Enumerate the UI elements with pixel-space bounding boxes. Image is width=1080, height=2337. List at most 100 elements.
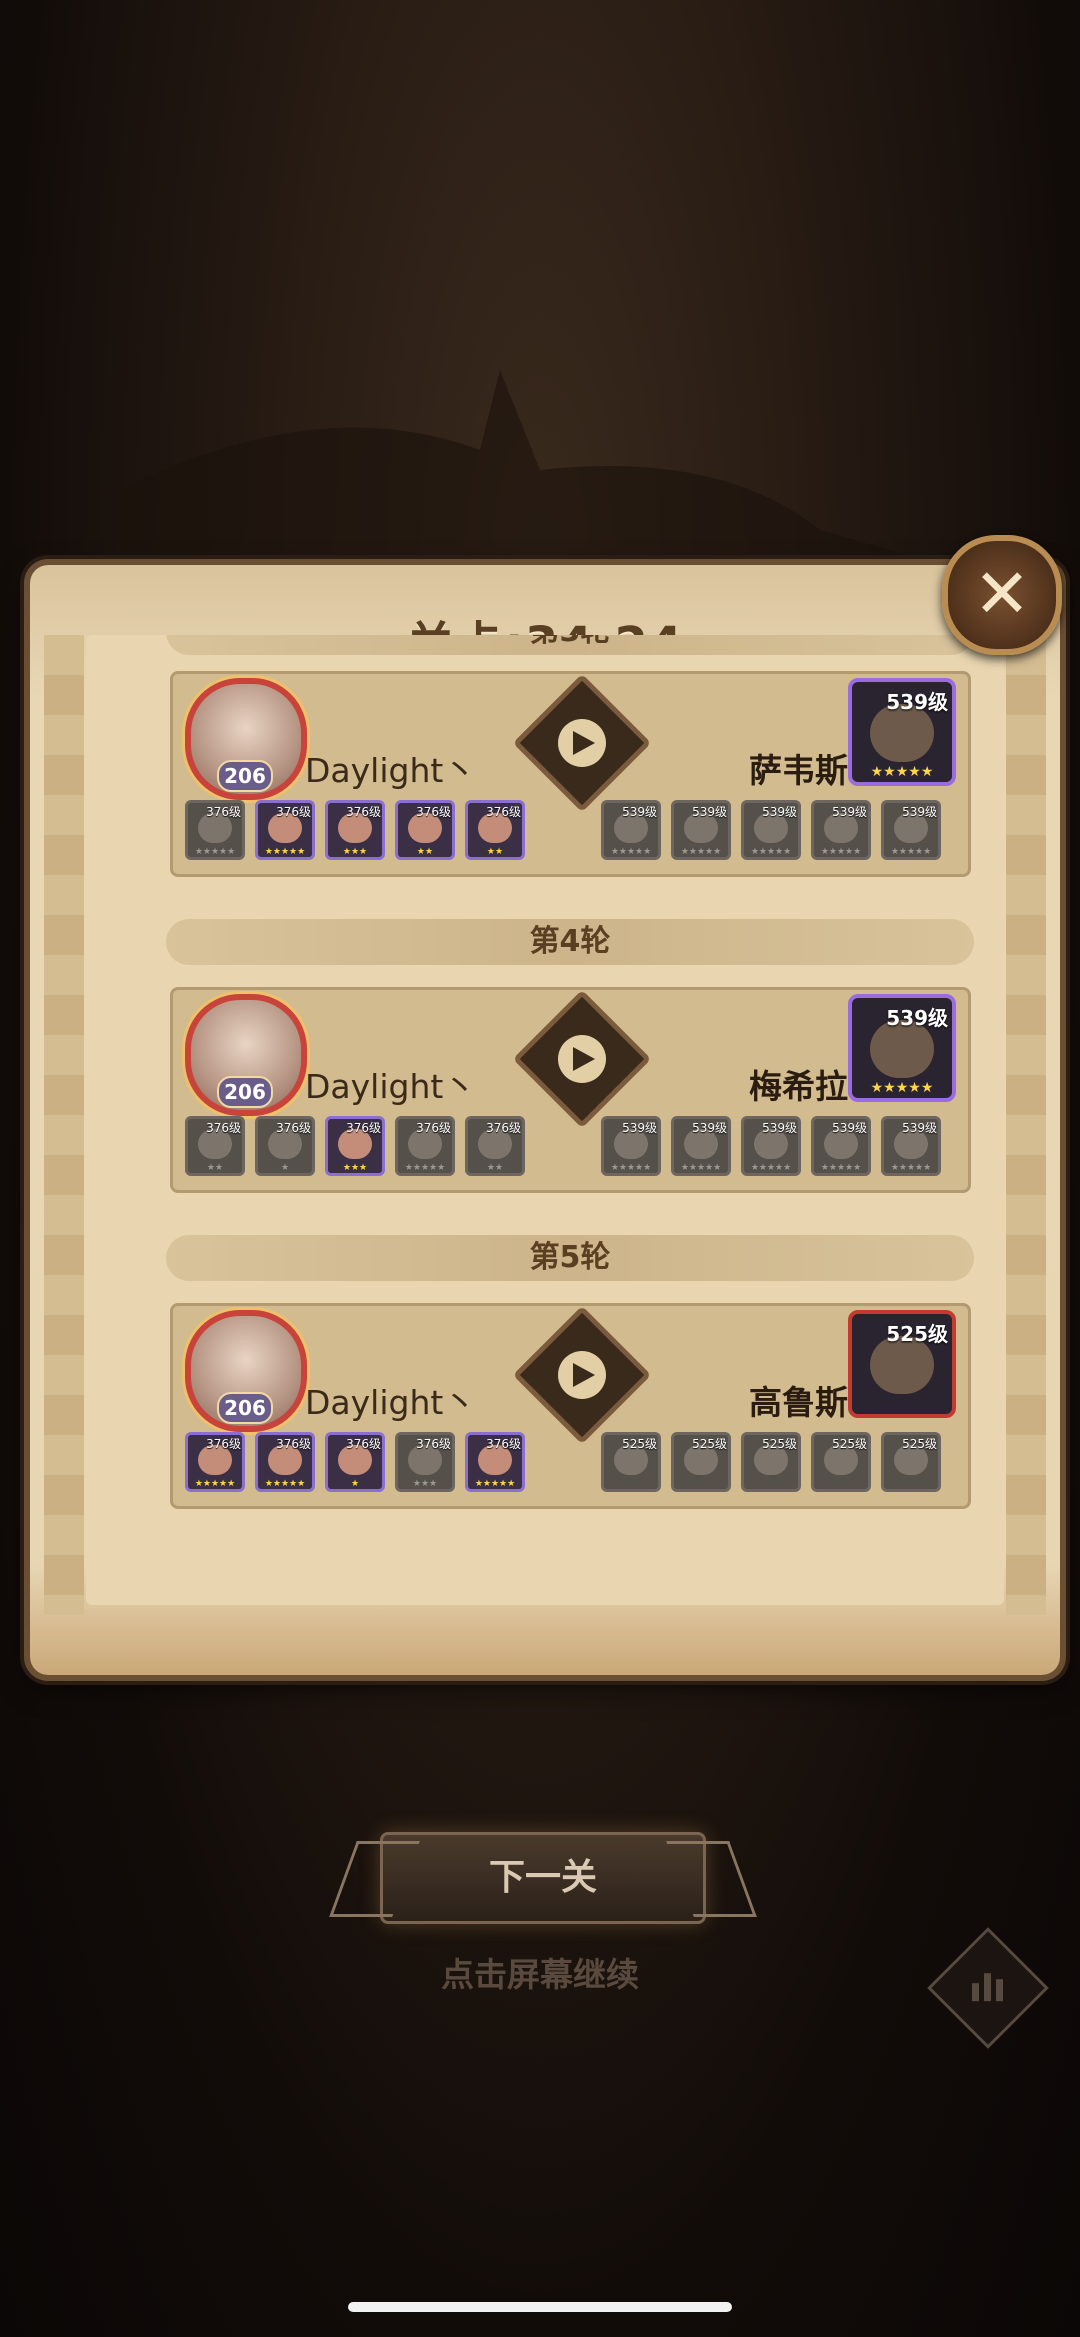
- enemy-hero-icon[interactable]: 525级: [601, 1432, 661, 1492]
- enemy-avatar[interactable]: 525级: [848, 1310, 956, 1418]
- hero-level: 525级: [902, 1437, 937, 1451]
- player-hero-icon[interactable]: 376级 ★★: [465, 800, 525, 860]
- replay-button[interactable]: [512, 673, 652, 813]
- rounds-list[interactable]: 第3轮 206 Daylight丶 萨韦斯 539级 ★★★★★ 376级★★★…: [86, 635, 1004, 1605]
- player-hero-icon[interactable]: 376级 ★★: [185, 1116, 245, 1176]
- hero-stars: ★★★★★: [820, 1163, 862, 1173]
- hero-stars: ★★★: [342, 1163, 368, 1173]
- player-hero-icon[interactable]: 376级 ★★★★★: [255, 800, 315, 860]
- player-name: Daylight丶: [305, 1383, 477, 1422]
- tap-to-continue-hint: 点击屏幕继续: [441, 1955, 639, 1994]
- hero-stars: ★: [350, 1479, 360, 1489]
- enemy-hero-icon[interactable]: 539级 ★★★★★: [671, 800, 731, 860]
- player-hero-icon[interactable]: 376级 ★★: [465, 1116, 525, 1176]
- enemy-hero-icon[interactable]: 525级: [811, 1432, 871, 1492]
- enemy-hero-icon[interactable]: 525级: [741, 1432, 801, 1492]
- hero-level: 376级: [416, 1437, 451, 1451]
- enemy-hero-icon[interactable]: 539级 ★★★★★: [881, 800, 941, 860]
- hero-stars: ★★: [486, 847, 504, 857]
- hero-level: 539级: [622, 1121, 657, 1135]
- close-button[interactable]: ✕: [942, 535, 1062, 655]
- player-hero-icon[interactable]: 376级 ★: [325, 1432, 385, 1492]
- enemy-hero-icon[interactable]: 539级 ★★★★★: [671, 1116, 731, 1176]
- home-indicator[interactable]: [348, 2302, 732, 2312]
- hero-stars: ★★★: [412, 1479, 438, 1489]
- hero-level: 376级: [486, 805, 521, 819]
- enemy-level: 539级: [886, 1006, 948, 1030]
- hero-stars: ★★★★★: [750, 1163, 792, 1173]
- hero-stars: ★★★★★: [194, 1479, 236, 1489]
- player-hero-icon[interactable]: 376级 ★★★: [325, 1116, 385, 1176]
- player-hero-icon[interactable]: 376级 ★: [255, 1116, 315, 1176]
- replay-button[interactable]: [512, 1305, 652, 1445]
- round-card[interactable]: 206 Daylight丶 萨韦斯 539级 ★★★★★ 376级 ★★★★★ 37…: [170, 671, 971, 877]
- hero-level: 376级: [486, 1437, 521, 1451]
- player-level-badge: 206: [217, 760, 273, 792]
- hero-stars: ★: [280, 1163, 290, 1173]
- hero-level: 539级: [832, 805, 867, 819]
- hero-stars: ★★★★★: [474, 1479, 516, 1489]
- player-hero-icon[interactable]: 376级 ★★★★★: [185, 800, 245, 860]
- enemy-hero-icon[interactable]: 539级 ★★★★★: [601, 800, 661, 860]
- round-card[interactable]: 206 Daylight丶 高鲁斯 525级 376级 ★★★★★ 376级 ★★★★…: [170, 1303, 971, 1509]
- enemy-hero-icon[interactable]: 539级 ★★★★★: [811, 800, 871, 860]
- right-border-decoration: [1006, 635, 1046, 1615]
- enemy-avatar[interactable]: 539级 ★★★★★: [848, 678, 956, 786]
- hero-level: 525级: [622, 1437, 657, 1451]
- replay-button[interactable]: [512, 989, 652, 1129]
- play-icon: [573, 1363, 595, 1387]
- hero-level: 525级: [692, 1437, 727, 1451]
- enemy-stars: ★★★★★: [870, 764, 934, 780]
- enemy-hero-icon[interactable]: 539级 ★★★★★: [601, 1116, 661, 1176]
- enemy-level: 525级: [886, 1322, 948, 1346]
- round-card[interactable]: 206 Daylight丶 梅希拉 539级 ★★★★★ 376级 ★★ 376级 ★…: [170, 987, 971, 1193]
- hero-level: 539级: [902, 805, 937, 819]
- round-header: 第5轮: [166, 1235, 974, 1281]
- hero-level: 376级: [346, 1437, 381, 1451]
- hero-level: 376级: [206, 1121, 241, 1135]
- hero-level: 376级: [486, 1121, 521, 1135]
- bar-chart-icon: [972, 1973, 1003, 2002]
- hero-level: 539级: [622, 805, 657, 819]
- hero-stars: ★★★★★: [404, 1163, 446, 1173]
- hero-stars: ★★★★★: [890, 847, 932, 857]
- enemy-hero-icon[interactable]: 539级 ★★★★★: [811, 1116, 871, 1176]
- background-silhouette: [120, 370, 960, 590]
- close-icon: ✕: [973, 555, 1031, 634]
- player-hero-icon[interactable]: 376级 ★★★: [395, 1432, 455, 1492]
- next-stage-button[interactable]: 下一关: [380, 1832, 706, 1924]
- hero-level: 376级: [206, 805, 241, 819]
- hero-stars: ★★★★★: [680, 847, 722, 857]
- player-hero-icon[interactable]: 376级 ★★★★★: [465, 1432, 525, 1492]
- hero-level: 376级: [206, 1437, 241, 1451]
- hero-stars: ★★★★★: [680, 1163, 722, 1173]
- enemy-hero-icon[interactable]: 525级: [881, 1432, 941, 1492]
- hero-level: 376级: [276, 1121, 311, 1135]
- player-name: Daylight丶: [305, 751, 477, 790]
- player-hero-icon[interactable]: 376级 ★★: [395, 800, 455, 860]
- hero-stars: ★★★★★: [264, 847, 306, 857]
- enemy-hero-icon[interactable]: 539级 ★★★★★: [881, 1116, 941, 1176]
- player-level-badge: 206: [217, 1076, 273, 1108]
- enemy-level: 539级: [886, 690, 948, 714]
- enemy-avatar[interactable]: 539级 ★★★★★: [848, 994, 956, 1102]
- player-hero-icon[interactable]: 376级 ★★★★★: [395, 1116, 455, 1176]
- enemy-name: 高鲁斯: [749, 1383, 848, 1422]
- player-hero-icon[interactable]: 376级 ★★★: [325, 800, 385, 860]
- player-hero-icon[interactable]: 376级 ★★★★★: [185, 1432, 245, 1492]
- enemy-hero-icon[interactable]: 539级 ★★★★★: [741, 1116, 801, 1176]
- player-level-badge: 206: [217, 1392, 273, 1424]
- play-icon: [573, 1047, 595, 1071]
- hero-level: 539级: [762, 1121, 797, 1135]
- hero-level: 539级: [692, 805, 727, 819]
- hero-stars: ★★★★★: [264, 1479, 306, 1489]
- enemy-hero-icon[interactable]: 539级 ★★★★★: [741, 800, 801, 860]
- player-hero-icon[interactable]: 376级 ★★★★★: [255, 1432, 315, 1492]
- battle-record-dialog: 关卡:34-24 第3轮 206 Daylight丶 萨韦斯 539级 ★★★★…: [30, 565, 1060, 1675]
- hero-level: 376级: [416, 805, 451, 819]
- hero-stars: ★★: [206, 1163, 224, 1173]
- enemy-hero-icon[interactable]: 525级: [671, 1432, 731, 1492]
- hero-level: 539级: [902, 1121, 937, 1135]
- hero-stars: ★★: [486, 1163, 504, 1173]
- hero-stars: ★★★★★: [194, 847, 236, 857]
